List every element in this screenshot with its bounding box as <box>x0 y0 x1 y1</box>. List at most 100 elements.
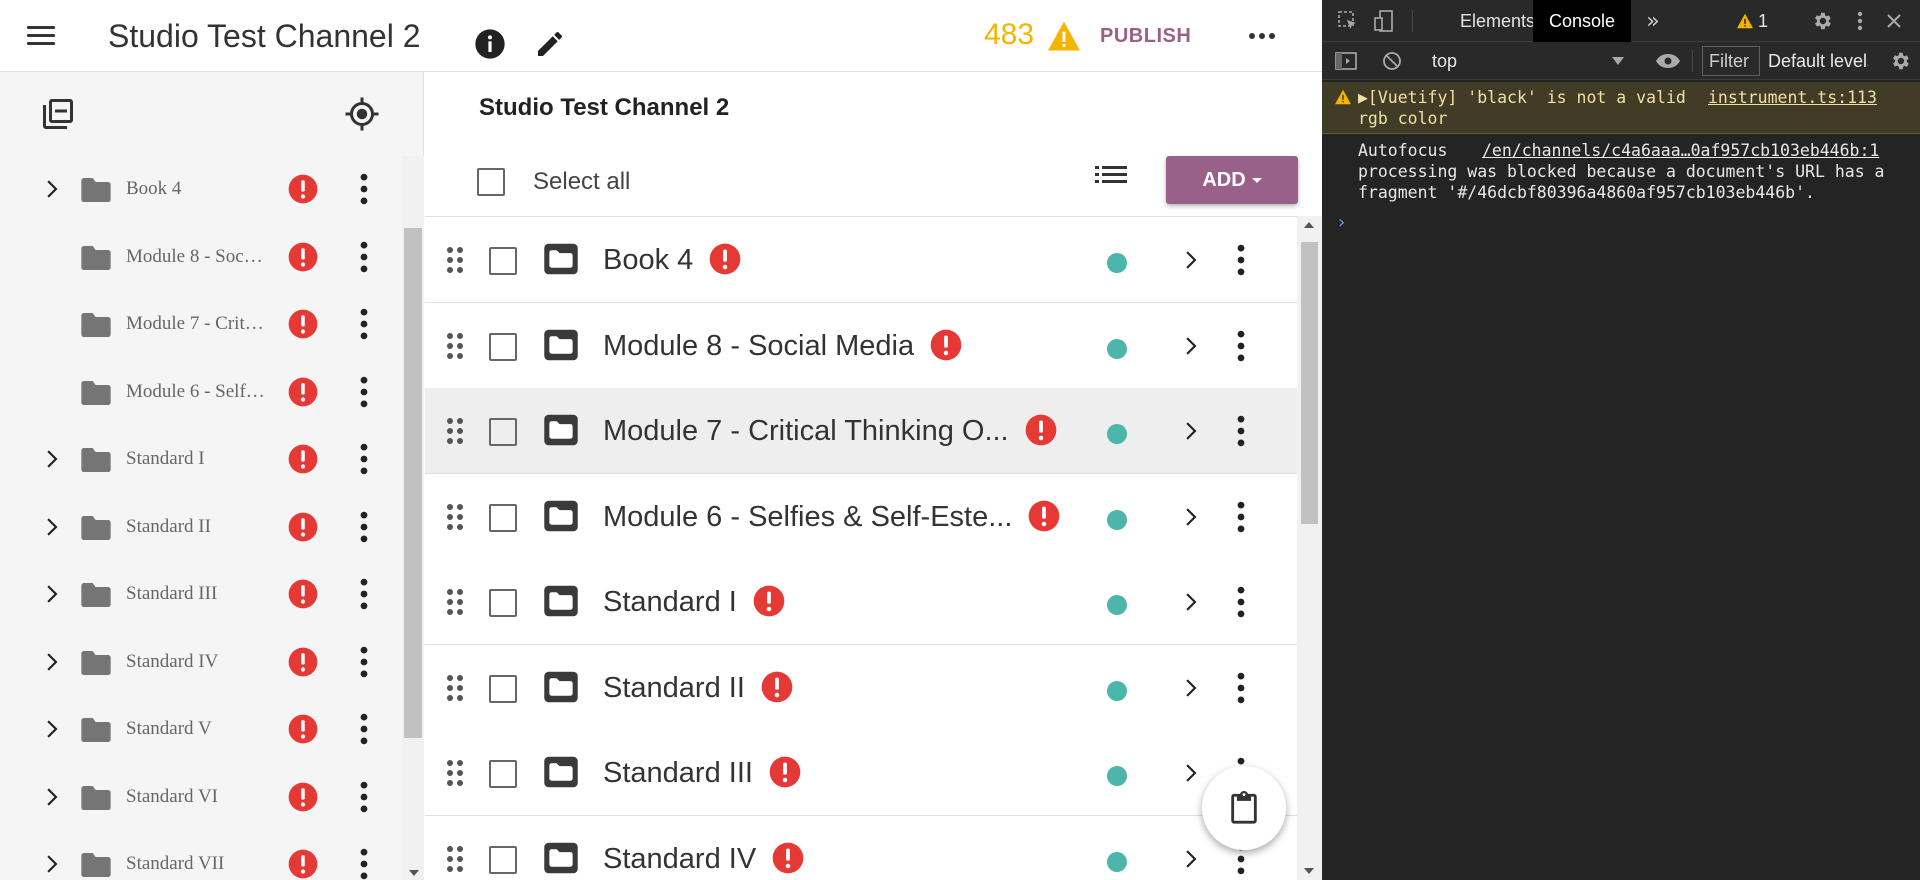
node-title[interactable]: Standard II <box>603 669 745 707</box>
tree-item-menu-icon[interactable] <box>354 240 374 274</box>
drag-handle-icon[interactable] <box>445 245 465 275</box>
tree-item[interactable]: Book 4 <box>0 156 404 223</box>
tree-item[interactable]: Standard II <box>0 494 404 561</box>
node-title[interactable]: Standard I <box>603 583 737 621</box>
tree-item[interactable]: Standard VII <box>0 831 404 880</box>
tree-item-menu-icon[interactable] <box>354 307 374 341</box>
expand-chevron-icon[interactable] <box>38 784 64 810</box>
tree-item-menu-icon[interactable] <box>354 172 374 206</box>
open-topic-chevron-icon[interactable] <box>1177 589 1203 617</box>
tree-item-menu-icon[interactable] <box>354 510 374 544</box>
tree-item[interactable]: Standard V <box>0 696 404 763</box>
warning-source-link[interactable]: instrument.ts:113 <box>1708 87 1877 108</box>
publish-button[interactable]: PUBLISH <box>1100 20 1191 52</box>
row-checkbox[interactable] <box>489 760 517 788</box>
drag-handle-icon[interactable] <box>445 502 465 532</box>
row-checkbox[interactable] <box>489 247 517 275</box>
row-checkbox[interactable] <box>489 418 517 446</box>
clipboard-button[interactable] <box>1202 766 1286 850</box>
drag-handle-icon[interactable] <box>445 844 465 874</box>
clear-console-icon[interactable] <box>1380 50 1404 72</box>
tree-item[interactable]: Module 7 - Critical Thinking Online <box>0 291 404 358</box>
close-devtools-icon[interactable] <box>1882 9 1906 33</box>
row-checkbox[interactable] <box>489 674 517 703</box>
node-menu-icon[interactable] <box>1231 414 1251 448</box>
tree-item-menu-icon[interactable] <box>354 645 374 679</box>
tree-item[interactable]: Standard VI <box>0 764 404 831</box>
open-topic-chevron-icon[interactable] <box>1177 846 1203 874</box>
drag-handle-icon[interactable] <box>445 416 465 446</box>
log-level-selector[interactable]: Default levels <box>1768 46 1868 76</box>
info-source-link[interactable]: /en/channels/c4a6aaa…0af957cb103eb446b:1 <box>1482 140 1879 161</box>
devtools-menu-icon[interactable] <box>1850 9 1870 33</box>
expand-chevron-icon[interactable] <box>38 649 64 675</box>
node-title[interactable]: Module 8 - Social Media <box>603 327 914 365</box>
drag-handle-icon[interactable] <box>445 673 465 703</box>
drag-handle-icon[interactable] <box>445 331 465 361</box>
tree-item[interactable]: Standard I <box>0 426 404 493</box>
open-topic-chevron-icon[interactable] <box>1177 247 1203 275</box>
row-checkbox[interactable] <box>489 589 517 617</box>
node-menu-icon[interactable] <box>1231 585 1251 619</box>
inspect-icon[interactable] <box>1336 9 1360 33</box>
select-all-checkbox[interactable] <box>477 168 505 196</box>
tab-console[interactable]: Console <box>1533 0 1632 42</box>
node-menu-icon[interactable] <box>1231 329 1251 363</box>
expand-chevron-icon[interactable] <box>38 716 64 742</box>
expand-chevron-icon[interactable] <box>38 176 64 202</box>
node-title[interactable]: Module 7 - Critical Thinking O... <box>603 412 1009 450</box>
node-title[interactable]: Book 4 <box>603 241 693 279</box>
menu-icon[interactable] <box>26 22 58 50</box>
open-topic-chevron-icon[interactable] <box>1177 760 1203 788</box>
tree-item-menu-icon[interactable] <box>354 577 374 611</box>
more-tabs-icon[interactable]: » <box>1640 8 1666 34</box>
sidebar-scrollbar[interactable] <box>402 156 424 880</box>
node-title[interactable]: Module 6 - Selfies & Self-Este... <box>603 498 1012 536</box>
console-filter-input[interactable]: Filter <box>1702 46 1760 76</box>
open-topic-chevron-icon[interactable] <box>1177 675 1203 703</box>
locate-icon[interactable] <box>344 96 380 137</box>
node-menu-icon[interactable] <box>1231 500 1251 534</box>
row-checkbox[interactable] <box>489 332 517 361</box>
node-row[interactable]: Standard III <box>425 730 1297 816</box>
console-settings-gear-icon[interactable] <box>1888 50 1912 72</box>
row-checkbox[interactable] <box>489 503 517 532</box>
drag-handle-icon[interactable] <box>445 758 465 788</box>
settings-gear-icon[interactable] <box>1810 9 1834 33</box>
warnings-indicator[interactable]: 1 <box>1736 10 1768 32</box>
expand-chevron-icon[interactable] <box>38 446 64 472</box>
list-view-icon[interactable] <box>1095 162 1131 192</box>
drag-handle-icon[interactable] <box>445 587 465 617</box>
node-row[interactable]: Standard I <box>425 559 1297 645</box>
node-menu-icon[interactable] <box>1231 243 1251 277</box>
node-menu-icon[interactable] <box>1231 671 1251 705</box>
open-topic-chevron-icon[interactable] <box>1177 504 1203 532</box>
node-row[interactable]: Standard IV <box>425 815 1297 880</box>
node-row[interactable]: Module 8 - Social Media <box>425 302 1297 389</box>
expand-chevron-icon[interactable] <box>38 514 64 540</box>
open-topic-chevron-icon[interactable] <box>1177 418 1203 446</box>
sidebar-toggle-icon[interactable] <box>1334 50 1358 72</box>
open-topic-chevron-icon[interactable] <box>1177 333 1203 361</box>
expand-chevron-icon[interactable] <box>38 851 64 877</box>
console-prompt[interactable]: › <box>1336 212 1347 233</box>
tree-item-menu-icon[interactable] <box>354 442 374 476</box>
expand-chevron-icon[interactable] <box>38 581 64 607</box>
node-row[interactable]: Standard II <box>425 644 1297 731</box>
list-scrollbar[interactable] <box>1297 216 1322 880</box>
tree-item-menu-icon[interactable] <box>354 847 374 880</box>
node-title[interactable]: Standard IV <box>603 840 756 878</box>
tree-item-menu-icon[interactable] <box>354 780 374 814</box>
edit-icon[interactable] <box>530 24 570 64</box>
tree-item-menu-icon[interactable] <box>354 712 374 746</box>
node-row[interactable]: Module 7 - Critical Thinking O... <box>425 388 1297 474</box>
context-selector[interactable]: top <box>1428 46 1628 76</box>
collapse-all-icon[interactable] <box>40 96 76 137</box>
live-expression-eye-icon[interactable] <box>1654 50 1682 72</box>
node-row[interactable]: Book 4 <box>425 217 1297 303</box>
info-icon[interactable] <box>470 24 510 64</box>
tree-item[interactable]: Standard IV <box>0 629 404 696</box>
tree-item[interactable]: Module 8 - Social Media <box>0 224 404 291</box>
row-checkbox[interactable] <box>489 845 517 874</box>
tree-item[interactable]: Module 6 - Selfies & Self-Esteem <box>0 359 404 426</box>
